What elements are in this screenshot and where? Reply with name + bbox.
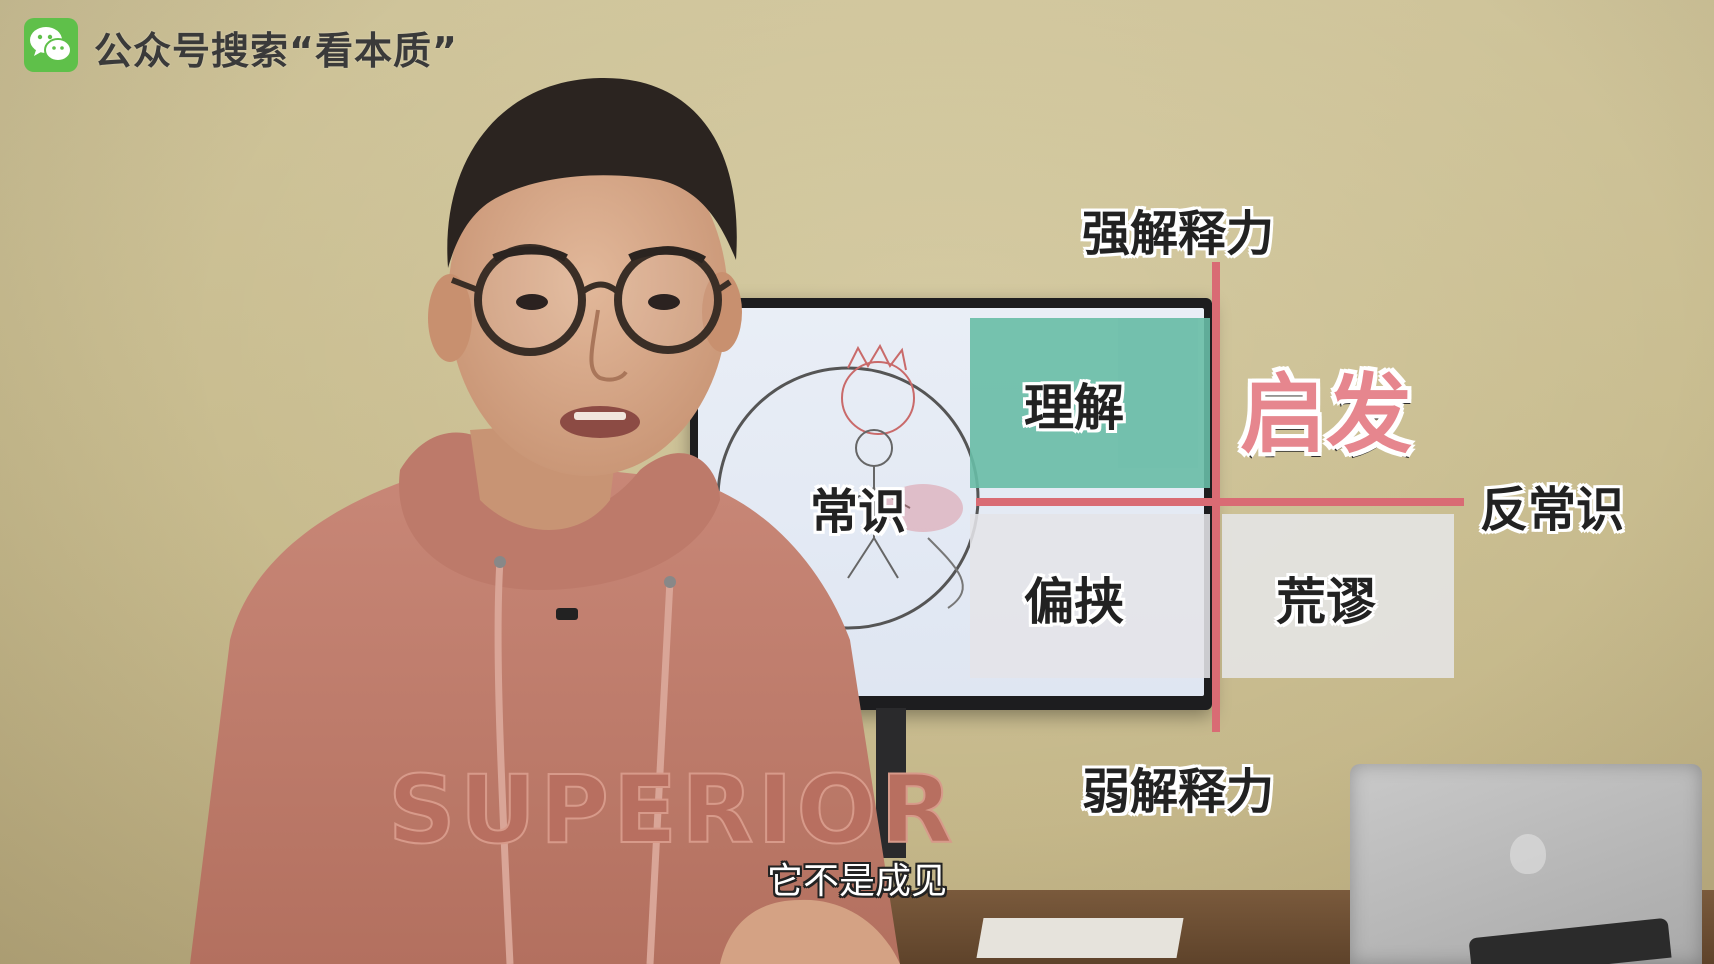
vertical-axis xyxy=(1212,262,1220,732)
quadrant-bottom-left-label: 偏挟 xyxy=(1024,573,1124,631)
quadrant-top-right-label: 启发 xyxy=(1240,365,1412,465)
wechat-icon xyxy=(24,18,78,72)
axis-label-top: 强解释力 xyxy=(1082,206,1275,262)
video-frame: SUPERIOR 公众号搜索“看本质” 强解释力 弱解释力 常识 反常识 理解 … xyxy=(0,0,1714,964)
quadrant-top-left-label: 理解 xyxy=(1024,379,1124,437)
axis-label-bottom: 弱解释力 xyxy=(1082,764,1275,820)
hoodie-print: SUPERIOR xyxy=(388,756,957,865)
horizontal-axis xyxy=(976,498,1464,506)
axis-label-right: 反常识 xyxy=(1480,482,1625,538)
quadrant-bottom-right-label: 荒谬 xyxy=(1276,573,1376,631)
subtitle-caption: 它不是成见 xyxy=(766,861,947,902)
watermark-text: 公众号搜索“看本质” xyxy=(94,29,458,73)
axis-label-left: 常识 xyxy=(810,484,907,540)
